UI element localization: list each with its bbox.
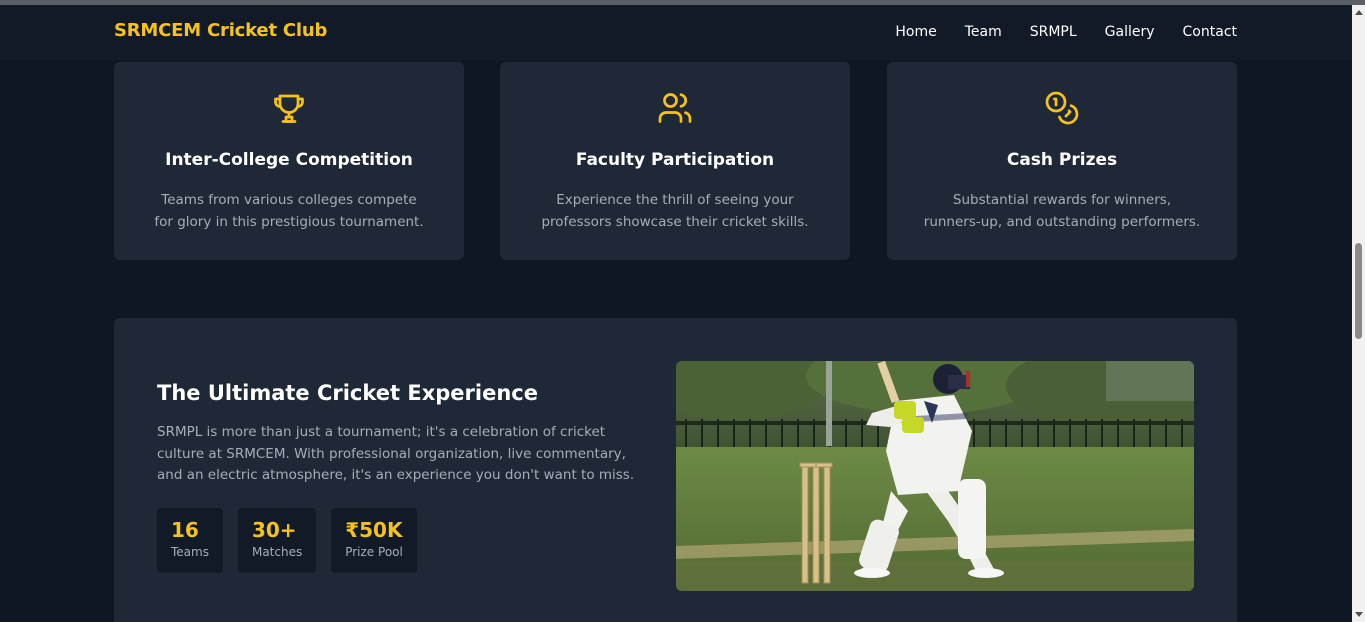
brand-logo[interactable]: SRMCEM Cricket Club [114,20,327,41]
stat-value: ₹50K [345,518,403,542]
users-icon [658,93,692,123]
experience-title: The Ultimate Cricket Experience [157,381,538,405]
navbar: SRMCEM Cricket Club Home Team SRMPL Gall… [0,5,1352,59]
feature-description: Experience the thrill of seeing your pro… [541,192,809,230]
experience-text: SRMPL is more than just a tournament; it… [157,424,635,483]
scroll-up-arrow-icon[interactable] [1355,10,1363,15]
feature-description: Teams from various colleges compete for … [154,192,424,230]
feature-card-faculty: Faculty Participation Experience the thr… [500,62,850,260]
stat-label: Matches [251,545,303,559]
stat-value: 30+ [251,518,297,542]
stat-label: Teams [171,545,209,559]
stats-row: 16 Teams 30+ Matches ₹50K Prize Pool [157,508,432,573]
stat-prize-pool: ₹50K Prize Pool [331,508,417,573]
nav-home-link[interactable]: Home [895,24,936,40]
stat-matches: 30+ Matches [237,508,317,573]
scrollbar-thumb[interactable] [1355,243,1362,339]
main-nav: Home Team SRMPL Gallery Contact [867,24,1237,40]
feature-description: Substantial rewards for winners, runners… [923,192,1201,230]
stat-value: 16 [171,518,199,542]
experience-section: The Ultimate Cricket Experience SRMPL is… [114,318,1237,622]
page-scrollbar[interactable] [1352,5,1365,622]
trophy-icon [274,94,304,123]
cricket-batsman-photo [676,361,1194,591]
nav-contact-link[interactable]: Contact [1183,24,1237,40]
stat-teams: 16 Teams [157,508,223,573]
nav-srmpl-link[interactable]: SRMPL [1030,24,1077,40]
nav-team-link[interactable]: Team [965,24,1002,40]
feature-card-inter-college: Inter-College Competition Teams from var… [114,62,464,260]
feature-title: Cash Prizes [1006,150,1118,170]
cricket-photo-illustration [676,361,1194,591]
coins-icon [1045,91,1079,125]
scroll-down-arrow-icon[interactable] [1355,612,1363,617]
feature-card-cash-prizes: Cash Prizes Substantial rewards for winn… [887,62,1237,260]
feature-title: Faculty Participation [575,150,775,170]
stat-label: Prize Pool [345,545,403,559]
nav-gallery-link[interactable]: Gallery [1105,24,1155,40]
feature-title: Inter-College Competition [165,150,413,170]
